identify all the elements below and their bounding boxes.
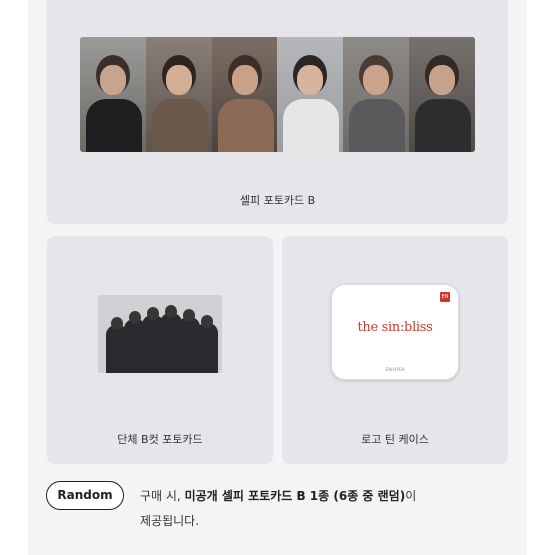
logo-tin-case-image: EN the sin:bliss ENHYPEN [331, 284, 459, 380]
random-notice: 구매 시, 미공개 셀피 포토카드 B 1종 (6종 중 랜덤)이 제공됩니다. [140, 484, 480, 534]
tin-badge: EN [440, 292, 450, 302]
photocard-image [211, 37, 278, 152]
group-photocard-image [98, 295, 222, 373]
photocard-image [277, 37, 344, 152]
notice-bold: 미공개 셀피 포토카드 B 1종 (6종 중 랜덤) [184, 489, 406, 503]
notice-suffix: 이 [405, 489, 417, 503]
tin-small-text: ENHYPEN [385, 367, 405, 372]
logo-tin-case-caption: 로고 틴 케이스 [361, 433, 429, 446]
selfie-photocard-caption: 셀피 포토카드 B [239, 194, 316, 207]
random-badge: Random [46, 481, 124, 510]
notice-prefix: 구매 시, [140, 489, 185, 503]
photocard-image [409, 37, 475, 152]
product-detail-page: 셀피 포토카드 B 단체 B컷 포토카드 EN the sin:bliss EN… [0, 0, 555, 555]
notice-line2: 제공됩니다. [140, 514, 200, 528]
photocard-image [145, 37, 212, 152]
selfie-photocard-strip [80, 37, 475, 152]
tin-logo-text: the sin:bliss [357, 320, 433, 335]
photocard-image [343, 37, 410, 152]
group-photocard-caption: 단체 B컷 포토카드 [117, 433, 203, 446]
photocard-image [80, 37, 146, 152]
